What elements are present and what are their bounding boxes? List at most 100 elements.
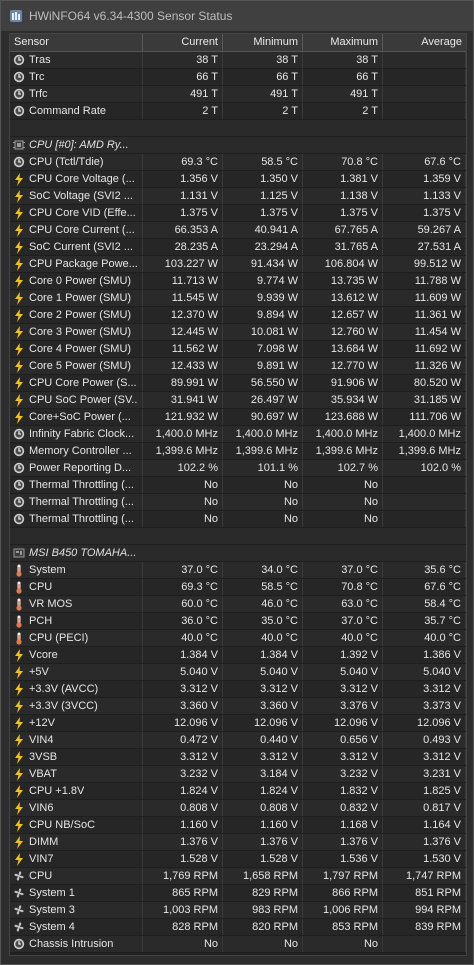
column-header-sensor[interactable]: Sensor	[10, 34, 143, 51]
table-row[interactable]: Infinity Fabric Clock... 1,400.0 MHz 1,400…	[10, 426, 466, 443]
table-row[interactable]: VIN6 0.808 V 0.808 V 0.832 V 0.817 V	[10, 800, 466, 817]
table-row[interactable]: CPU Core VID (Effe... 1.375 V 1.375 V 1.375…	[10, 205, 466, 222]
table-row[interactable]: CPU Package Powe... 103.227 W 91.434 W 106.…	[10, 256, 466, 273]
table-row[interactable]: Tras 38 T 38 T 38 T	[10, 52, 466, 69]
table-row[interactable]: VR MOS 60.0 °C 46.0 °C 63.0 °C 58.4 °C	[10, 596, 466, 613]
table-row[interactable]: CPU (PECI) 40.0 °C 40.0 °C 40.0 °C 40.0 °C	[10, 630, 466, 647]
table-row[interactable]: Chassis Intrusion No No No	[10, 936, 466, 953]
table-row[interactable]: Core 0 Power (SMU) 11.713 W 9.774 W 13.735 …	[10, 273, 466, 290]
column-header-minimum[interactable]: Minimum	[223, 34, 303, 51]
minimum-value: 9.894 W	[223, 307, 303, 323]
average-value	[383, 511, 466, 527]
average-value: 59.267 A	[383, 222, 466, 238]
clock-icon	[12, 428, 25, 441]
table-row[interactable]: Trfc 491 T 491 T 491 T	[10, 86, 466, 103]
table-row[interactable]: Core 4 Power (SMU) 11.562 W 7.098 W 13.684 …	[10, 341, 466, 358]
sensor-label: SoC Current (SVI2 ...	[29, 241, 133, 253]
table-row[interactable]: CPU +1.8V 1.824 V 1.824 V 1.832 V 1.825 V	[10, 783, 466, 800]
table-row[interactable]: VIN7 1.528 V 1.528 V 1.536 V 1.530 V	[10, 851, 466, 868]
current-value: 3.312 V	[143, 749, 223, 765]
table-row[interactable]: SoC Voltage (SVI2 ... 1.131 V 1.125 V 1.138…	[10, 188, 466, 205]
sensor-name-cell: CPU (PECI)	[10, 630, 143, 646]
minimum-value: 90.697 W	[223, 409, 303, 425]
table-row[interactable]: CPU 1,769 RPM 1,658 RPM 1,797 RPM 1,747 RPM	[10, 868, 466, 885]
sensor-group-header[interactable]: MSI B450 TOMAHA...	[10, 545, 466, 562]
table-row[interactable]: System 4 828 RPM 820 RPM 853 RPM 839 RPM	[10, 919, 466, 936]
maximum-value: No	[303, 477, 383, 493]
current-value: 1,400.0 MHz	[143, 426, 223, 442]
table-row[interactable]: CPU 69.3 °C 58.5 °C 70.8 °C 67.6 °C	[10, 579, 466, 596]
current-value: 3.232 V	[143, 766, 223, 782]
sensor-table[interactable]: Sensor Current Minimum Maximum Average T…	[9, 33, 467, 956]
table-row[interactable]: Core 5 Power (SMU) 12.433 W 9.891 W 12.770 …	[10, 358, 466, 375]
table-row[interactable]: Trc 66 T 66 T 66 T	[10, 69, 466, 86]
table-row[interactable]: CPU Core Current (... 66.353 A 40.941 A 67.…	[10, 222, 466, 239]
sensor-group-header[interactable]: CPU [#0]: AMD Ry...	[10, 137, 466, 154]
table-row[interactable]: CPU Core Voltage (... 1.356 V 1.350 V 1.381…	[10, 171, 466, 188]
table-row[interactable]: Thermal Throttling (... No No No	[10, 494, 466, 511]
average-value: 35.6 °C	[383, 562, 466, 578]
table-row[interactable]: CPU SoC Power (SV... 31.941 W 26.497 W 35.9…	[10, 392, 466, 409]
sensor-label: System 1	[29, 887, 75, 899]
maximum-value: 866 RPM	[303, 885, 383, 901]
maximum-value: 106.804 W	[303, 256, 383, 272]
sensor-label: Thermal Throttling (...	[29, 479, 134, 491]
table-row[interactable]: +3.3V (AVCC) 3.312 V 3.312 V 3.312 V 3.312 V	[10, 681, 466, 698]
sensor-name-cell: Thermal Throttling (...	[10, 477, 143, 493]
maximum-value: 3.376 V	[303, 698, 383, 714]
table-row[interactable]: DIMM 1.376 V 1.376 V 1.376 V 1.376 V	[10, 834, 466, 851]
table-row[interactable]: Thermal Throttling (... No No No	[10, 511, 466, 528]
table-row[interactable]: VIN4 0.472 V 0.440 V 0.656 V 0.493 V	[10, 732, 466, 749]
table-row[interactable]: System 3 1,003 RPM 983 RPM 1,006 RPM 994 RPM	[10, 902, 466, 919]
bolt-icon	[12, 410, 25, 424]
column-header-maximum[interactable]: Maximum	[303, 34, 383, 51]
title-bar[interactable]: HWiNFO64 v6.34-4300 Sensor Status	[1, 1, 473, 31]
current-value: 1.356 V	[143, 171, 223, 187]
minimum-value: 34.0 °C	[223, 562, 303, 578]
table-row[interactable]: 3VSB 3.312 V 3.312 V 3.312 V 3.312 V	[10, 749, 466, 766]
maximum-value: 12.657 W	[303, 307, 383, 323]
column-header-current[interactable]: Current	[143, 34, 223, 51]
table-row[interactable]: SoC Current (SVI2 ... 28.235 A 23.294 A 31.…	[10, 239, 466, 256]
table-row[interactable]: Thermal Throttling (... No No No	[10, 477, 466, 494]
minimum-value: 12.096 V	[223, 715, 303, 731]
table-row[interactable]: Command Rate 2 T2 T2 T	[10, 103, 466, 120]
table-row[interactable]: System 1 865 RPM 829 RPM 866 RPM 851 RPM	[10, 885, 466, 902]
table-row[interactable]: Power Reporting D... 102.2 % 101.1 % 102.7 …	[10, 460, 466, 477]
clock-icon	[12, 105, 25, 118]
minimum-value: 1.160 V	[223, 817, 303, 833]
table-row[interactable]: Vcore 1.384 V 1.384 V 1.392 V 1.386 V	[10, 647, 466, 664]
bolt-icon	[12, 376, 25, 390]
table-row[interactable]: CPU Core Power (S... 89.991 W 56.550 W 91.9…	[10, 375, 466, 392]
sensor-label: System 3	[29, 904, 75, 916]
table-row[interactable]: +12V 12.096 V 12.096 V 12.096 V 12.096 V	[10, 715, 466, 732]
sensor-name-cell: VIN7	[10, 851, 143, 867]
table-row[interactable]: +3.3V (3VCC) 3.360 V 3.360 V 3.376 V 3.373 V	[10, 698, 466, 715]
maximum-value: 1.376 V	[303, 834, 383, 850]
current-value: 40.0 °C	[143, 630, 223, 646]
table-row[interactable]: Memory Controller ... 1,399.6 MHz 1,399.6 …	[10, 443, 466, 460]
table-row[interactable]: Core 2 Power (SMU) 12.370 W 9.894 W 12.657 …	[10, 307, 466, 324]
minimum-value: 26.497 W	[223, 392, 303, 408]
maximum-value: 13.684 W	[303, 341, 383, 357]
maximum-value: 2 T	[303, 103, 383, 119]
clock-icon	[12, 156, 25, 169]
minimum-value: 983 RPM	[223, 902, 303, 918]
table-row[interactable]: CPU NB/SoC 1.160 V 1.160 V 1.168 V 1.164 V	[10, 817, 466, 834]
sensor-name-cell: DIMM	[10, 834, 143, 850]
column-header-average[interactable]: Average	[383, 34, 466, 51]
average-value: 994 RPM	[383, 902, 466, 918]
table-row[interactable]: Core 3 Power (SMU) 12.445 W 10.081 W 12.760…	[10, 324, 466, 341]
table-row[interactable]: Core 1 Power (SMU) 11.545 W 9.939 W 13.612 …	[10, 290, 466, 307]
current-value: 1.528 V	[143, 851, 223, 867]
table-header: Sensor Current Minimum Maximum Average	[10, 34, 466, 52]
table-row[interactable]: Core+SoC Power (... 121.932 W 90.697 W 123.…	[10, 409, 466, 426]
table-row[interactable]: System 37.0 °C 34.0 °C 37.0 °C 35.6 °C	[10, 562, 466, 579]
bolt-icon	[12, 359, 25, 373]
table-row[interactable]: CPU (Tctl/Tdie) 69.3 °C 58.5 °C 70.8 °C 67.6…	[10, 154, 466, 171]
table-row[interactable]: PCH 36.0 °C 35.0 °C 37.0 °C 35.7 °C	[10, 613, 466, 630]
current-value: 1.824 V	[143, 783, 223, 799]
table-row[interactable]: VBAT 3.232 V 3.184 V 3.232 V 3.231 V	[10, 766, 466, 783]
minimum-value: 23.294 A	[223, 239, 303, 255]
table-row[interactable]: +5V 5.040 V 5.040 V 5.040 V 5.040 V	[10, 664, 466, 681]
